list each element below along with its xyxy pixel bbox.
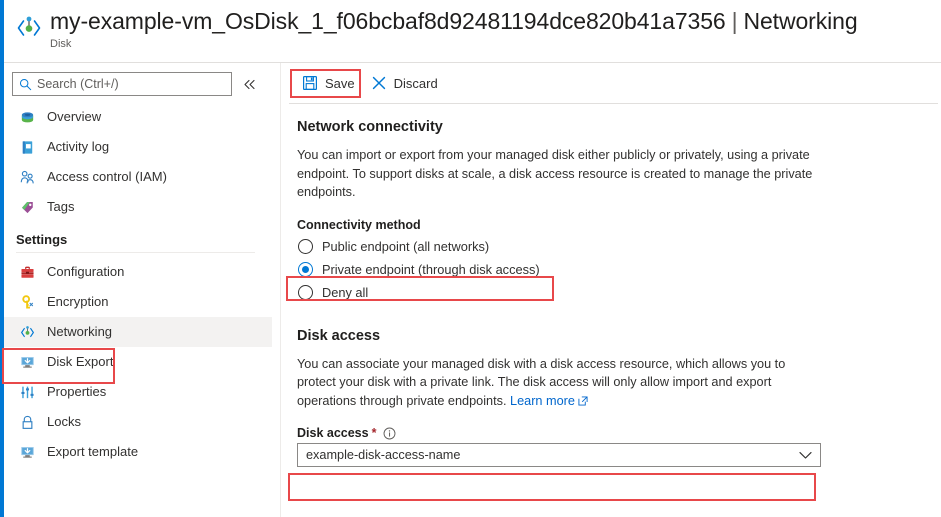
- radio-circle-icon: [298, 239, 313, 254]
- sidebar-item-networking[interactable]: Networking: [4, 317, 272, 347]
- sidebar-item-label: Encryption: [47, 293, 108, 311]
- sidebar-item-tags[interactable]: Tags: [4, 192, 272, 222]
- blade-sidebar: Overview Activity log: [4, 63, 280, 517]
- disk-icon: [16, 108, 38, 126]
- save-button-label: Save: [325, 76, 355, 91]
- toolbox-icon: [16, 263, 38, 281]
- chevron-down-icon: [799, 451, 812, 460]
- blade-page-name: Networking: [743, 6, 857, 36]
- sliders-icon: [16, 383, 38, 401]
- save-button[interactable]: Save: [296, 70, 363, 96]
- sidebar-item-label: Networking: [47, 323, 112, 341]
- discard-button-label: Discard: [394, 76, 438, 91]
- radio-label: Deny all: [322, 285, 368, 300]
- command-toolbar: Save Discard: [289, 63, 941, 103]
- radio-private-endpoint[interactable]: Private endpoint (through disk access): [297, 258, 546, 281]
- tags-icon: [16, 198, 38, 216]
- connectivity-method-label-text: Connectivity method: [297, 218, 421, 232]
- disk-access-field-label-text: Disk access: [297, 426, 369, 440]
- disk-networking-icon: [12, 8, 46, 48]
- sidebar-item-label: Overview: [47, 108, 101, 126]
- close-x-icon: [370, 74, 388, 92]
- radio-deny-all[interactable]: Deny all: [297, 281, 374, 304]
- collapse-sidebar-button[interactable]: [234, 72, 264, 96]
- title-separator: |: [732, 6, 738, 36]
- radio-dot: [302, 266, 309, 273]
- sidebar-item-activity-log[interactable]: Activity log: [4, 132, 272, 162]
- disk-export-icon: [16, 353, 38, 371]
- connectivity-method-label: Connectivity method: [297, 218, 941, 232]
- blade-header: my-example-vm_OsDisk_1_f06bcbaf8d9248119…: [4, 0, 941, 62]
- sidebar-item-configuration[interactable]: Configuration: [4, 257, 272, 287]
- learn-more-label: Learn more: [510, 394, 575, 408]
- learn-more-link[interactable]: Learn more: [510, 394, 588, 408]
- required-marker: *: [372, 426, 377, 440]
- disk-access-dropdown-value: example-disk-access-name: [306, 448, 799, 462]
- external-link-icon: [578, 396, 588, 406]
- people-icon: [16, 168, 38, 186]
- sidebar-item-label: Tags: [47, 198, 74, 216]
- resource-name: my-example-vm_OsDisk_1_f06bcbaf8d9248119…: [50, 6, 726, 36]
- radio-label: Public endpoint (all networks): [322, 239, 489, 254]
- search-input[interactable]: [32, 74, 210, 94]
- network-connectivity-title: Network connectivity: [297, 119, 941, 135]
- page-title: my-example-vm_OsDisk_1_f06bcbaf8d9248119…: [50, 6, 858, 36]
- key-icon: [16, 293, 38, 311]
- header-text-block: my-example-vm_OsDisk_1_f06bcbaf8d9248119…: [50, 6, 858, 51]
- sidebar-group-settings: Settings: [4, 222, 280, 251]
- sidebar-item-export-template[interactable]: Export template: [4, 437, 272, 467]
- sidebar-item-overview[interactable]: Overview: [4, 102, 272, 132]
- disk-access-dropdown[interactable]: example-disk-access-name: [297, 443, 821, 467]
- lock-icon: [16, 413, 38, 431]
- sidebar-main-nav: Overview Activity log: [4, 102, 280, 467]
- sidebar-item-label: Locks: [47, 413, 81, 431]
- network-connectivity-description: You can import or export from your manag…: [297, 146, 825, 202]
- search-icon: [19, 78, 32, 91]
- sidebar-item-label: Activity log: [47, 138, 109, 156]
- disk-access-description: You can associate your managed disk with…: [297, 355, 825, 411]
- sidebar-item-label: Access control (IAM): [47, 168, 167, 186]
- export-template-icon: [16, 443, 38, 461]
- activity-log-icon: [16, 138, 38, 156]
- sidebar-item-label: Properties: [47, 383, 106, 401]
- radio-circle-icon: [298, 285, 313, 300]
- connectivity-method-radio-group: Public endpoint (all networks) Private e…: [297, 235, 941, 304]
- discard-button[interactable]: Discard: [365, 70, 446, 96]
- disk-access-title: Disk access: [297, 328, 941, 344]
- radio-label: Private endpoint (through disk access): [322, 262, 540, 277]
- sidebar-item-label: Export template: [47, 443, 138, 461]
- sidebar-item-access-control[interactable]: Access control (IAM): [4, 162, 272, 192]
- networking-icon: [16, 323, 38, 341]
- info-icon[interactable]: [383, 427, 396, 440]
- sidebar-item-label: Configuration: [47, 263, 124, 281]
- blade-content: Save Discard Network connectivity You ca…: [281, 63, 941, 517]
- sidebar-item-disk-export[interactable]: Disk Export: [4, 347, 272, 377]
- radio-circle-selected-icon: [298, 262, 313, 277]
- sidebar-group-divider: [16, 252, 255, 253]
- sidebar-item-locks[interactable]: Locks: [4, 407, 272, 437]
- sidebar-item-encryption[interactable]: Encryption: [4, 287, 272, 317]
- save-disk-icon: [301, 74, 319, 92]
- radio-public-endpoint[interactable]: Public endpoint (all networks): [297, 235, 495, 258]
- search-box[interactable]: [12, 72, 232, 96]
- azure-portal-blade: my-example-vm_OsDisk_1_f06bcbaf8d9248119…: [0, 0, 941, 517]
- disk-access-field-label: Disk access *: [297, 426, 941, 440]
- sidebar-item-properties[interactable]: Properties: [4, 377, 272, 407]
- sidebar-search-row: [4, 63, 280, 96]
- resource-type-subtitle: Disk: [50, 37, 858, 51]
- settings-body: Network connectivity You can import or e…: [289, 104, 941, 467]
- sidebar-item-label: Disk Export: [47, 353, 113, 371]
